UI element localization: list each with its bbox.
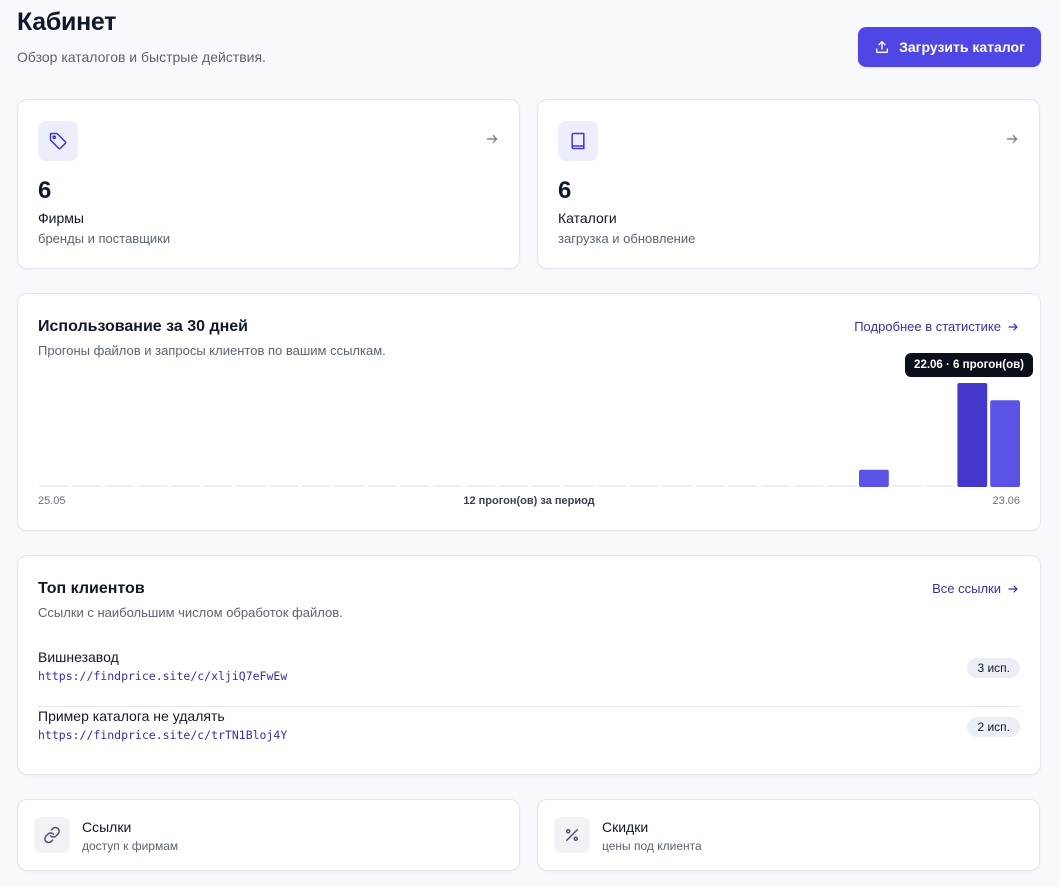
percent-icon	[554, 817, 590, 853]
chart-axis-end: 23.06	[992, 495, 1020, 507]
chart-bar-31.05[interactable]	[235, 485, 266, 487]
chart-bar-08.06[interactable]	[498, 485, 528, 487]
usage-count-badge: 3 исп.	[967, 658, 1020, 678]
client-row: Вишнезавод https://findprice.site/c/xlji…	[38, 649, 1020, 707]
chart-bar-07.06[interactable]	[465, 485, 496, 487]
chart-bar-14.06[interactable]	[695, 485, 725, 487]
usage-count-badge: 2 исп.	[967, 717, 1020, 737]
client-url[interactable]: https://findprice.site/c/trTN1Bloj4Y	[38, 728, 287, 742]
chart-bar-02.06[interactable]	[301, 485, 332, 487]
chart-bar-05.06[interactable]	[399, 485, 430, 487]
tag-icon	[38, 121, 78, 161]
chart-bar-11.06[interactable]	[596, 485, 627, 487]
top-clients-card: Топ клиентов Ссылки с наибольшим числом …	[17, 555, 1041, 775]
client-name: Вишнезавод	[38, 649, 119, 665]
catalogs-count: 6	[558, 177, 572, 204]
all-links-link[interactable]: Все ссылки	[932, 581, 1019, 596]
firms-description: бренды и поставщики	[38, 231, 171, 246]
chart-bar-13.06[interactable]	[662, 485, 692, 487]
chart-bar-20.06[interactable]	[891, 485, 922, 487]
client-name: Пример каталога не удалять	[38, 708, 225, 724]
chart-bar-22.06[interactable]	[957, 383, 988, 487]
firms-label: Фирмы	[38, 210, 84, 226]
chart-bar-21.06[interactable]	[924, 485, 955, 487]
clients-subtitle: Ссылки с наибольшим числом обработок фай…	[38, 605, 343, 620]
upload-icon	[876, 41, 889, 53]
chart-bar-04.06[interactable]	[367, 485, 397, 487]
statistics-link-label: Подробнее в статистике	[854, 319, 1001, 334]
chart-bar-10.06[interactable]	[563, 485, 594, 487]
chart-bar-23.06[interactable]	[990, 400, 1020, 487]
link-icon	[34, 817, 70, 853]
chart-bar-09.06[interactable]	[531, 485, 561, 487]
links-description: доступ к фирмам	[82, 839, 179, 853]
chart-bar-03.06[interactable]	[334, 485, 364, 487]
page-header: Кабинет Обзор каталогов и быстрые действ…	[17, 8, 1041, 68]
chart-bar-30.05[interactable]	[203, 485, 233, 487]
chart-total: 12 прогон(ов) за период	[463, 495, 595, 507]
arrow-right-icon	[1008, 322, 1018, 331]
chart-bar-15.06[interactable]	[727, 485, 758, 487]
all-links-label: Все ссылки	[932, 581, 1001, 596]
client-row: Пример каталога не удалять https://findp…	[38, 708, 1020, 766]
usage-card: Использование за 30 дней Прогоны файлов …	[17, 293, 1041, 531]
chart-bar-28.05[interactable]	[137, 485, 168, 487]
catalogs-label: Каталоги	[558, 210, 617, 226]
chart-bar-06.06[interactable]	[432, 485, 463, 487]
upload-catalog-button[interactable]: Загрузить каталог	[858, 27, 1041, 67]
links-label: Ссылки	[82, 819, 132, 835]
chart-bar-17.06[interactable]	[793, 485, 824, 487]
usage-title: Использование за 30 дней	[38, 318, 249, 335]
statistics-link[interactable]: Подробнее в статистике	[854, 319, 1019, 334]
discounts-shortcut-card[interactable]: Скидки цены под клиента	[537, 799, 1040, 871]
stat-card-firms[interactable]: 6 Фирмы бренды и поставщики	[17, 99, 520, 269]
chart-bar-25.05[interactable]	[39, 485, 69, 487]
discounts-label: Скидки	[602, 819, 649, 835]
chart-bar-19.06[interactable]	[859, 469, 889, 487]
links-shortcut-card[interactable]: Ссылки доступ к фирмам	[17, 799, 520, 871]
usage-chart	[39, 383, 1020, 487]
chart-bar-18.06[interactable]	[826, 485, 856, 487]
book-icon	[558, 121, 598, 161]
client-url[interactable]: https://findprice.site/c/xljiQ7eFwEw	[38, 669, 287, 683]
chart-bar-01.06[interactable]	[268, 485, 299, 487]
arrow-right-icon	[1008, 584, 1018, 593]
chart-bar-16.06[interactable]	[760, 485, 791, 487]
catalogs-description: загрузка и обновление	[558, 231, 696, 246]
chart-tooltip: 22.06 · 6 прогон(ов)	[905, 353, 1033, 377]
arrow-right-icon	[1006, 134, 1018, 144]
chart-bar-26.05[interactable]	[71, 485, 102, 487]
upload-catalog-label: Загрузить каталог	[899, 39, 1025, 55]
stat-card-catalogs[interactable]: 6 Каталоги загрузка и обновление	[537, 99, 1040, 269]
firms-count: 6	[38, 177, 52, 204]
arrow-right-icon	[486, 134, 498, 144]
clients-title: Топ клиентов	[38, 580, 145, 597]
discounts-description: цены под клиента	[602, 839, 702, 853]
chart-bar-12.06[interactable]	[629, 485, 660, 487]
chart-bar-29.05[interactable]	[170, 485, 200, 487]
chart-bar-27.05[interactable]	[104, 485, 135, 487]
